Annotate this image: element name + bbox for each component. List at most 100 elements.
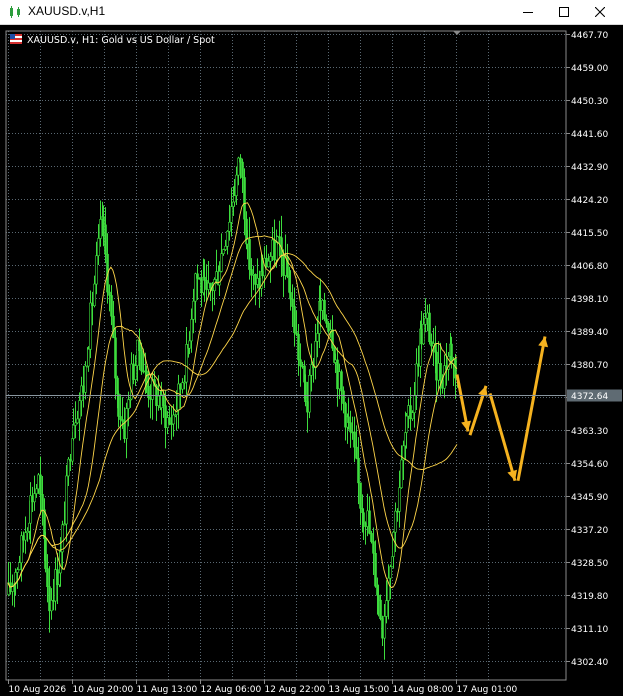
candle-body xyxy=(252,274,255,276)
candle-body xyxy=(39,474,42,495)
candle-body xyxy=(347,416,350,423)
close-button[interactable] xyxy=(582,0,618,24)
candle-body xyxy=(239,157,242,163)
x-tick-label: 13 Aug 15:00 xyxy=(329,685,390,695)
candle-body xyxy=(308,375,311,413)
candle-body xyxy=(192,300,195,320)
candle-body xyxy=(179,383,182,390)
candle-body xyxy=(362,512,365,524)
y-tick-label: 4354.60 xyxy=(571,460,608,470)
candle-body xyxy=(117,393,120,417)
candle-body xyxy=(267,260,270,268)
candle-body xyxy=(134,365,137,380)
candle-body xyxy=(76,418,79,424)
candle-body xyxy=(241,161,244,178)
candle-body xyxy=(377,594,380,601)
candle-body xyxy=(44,538,47,569)
price-chart[interactable]: 4467.70 4459.00 4450.30 4441.60 4432.90 4424.… xyxy=(0,25,623,696)
candle-body xyxy=(164,405,167,428)
candle-body xyxy=(331,329,334,349)
minimize-button[interactable] xyxy=(510,0,546,24)
y-tick-label: 4459.00 xyxy=(571,64,608,74)
candle-body xyxy=(110,295,113,317)
candle-body xyxy=(250,269,253,276)
candle-body xyxy=(162,394,165,407)
y-tick-label: 4424.20 xyxy=(571,196,608,206)
y-tick-label: 4311.10 xyxy=(571,625,608,635)
candle-body xyxy=(415,363,418,396)
candle-body xyxy=(172,414,175,425)
maximize-button[interactable] xyxy=(546,0,582,24)
candle-body xyxy=(383,616,386,639)
candle-body xyxy=(87,348,90,367)
candle-body xyxy=(299,359,302,367)
candle-body xyxy=(439,363,442,381)
candle-body xyxy=(61,524,64,553)
candle-body xyxy=(428,312,431,342)
candle-body xyxy=(220,253,223,272)
candle-body xyxy=(41,494,44,511)
candle-body xyxy=(108,291,111,296)
y-tick-label: 4337.20 xyxy=(571,526,608,536)
candle-body xyxy=(235,174,238,196)
candle-body xyxy=(394,510,397,533)
candle-body xyxy=(188,340,191,349)
candle-body xyxy=(304,381,307,402)
candle-body xyxy=(389,566,392,579)
candle-body xyxy=(228,221,231,232)
candle-body xyxy=(224,245,227,250)
title-bar[interactable]: XAUUSD.v,H1 xyxy=(0,0,623,25)
candle-body xyxy=(35,488,38,494)
x-tick-label: 10 Aug 2026 xyxy=(9,685,67,695)
y-tick-label: 4345.90 xyxy=(571,493,608,503)
candle-body xyxy=(114,337,117,379)
candle-body xyxy=(119,416,122,420)
x-tick-label: 12 Aug 06:00 xyxy=(201,685,262,695)
candle-body xyxy=(95,255,98,285)
candle-body xyxy=(237,157,240,176)
candle-body xyxy=(203,276,206,281)
candle-body xyxy=(97,238,100,257)
candle-body xyxy=(183,381,186,384)
candle-body xyxy=(316,333,319,342)
candle-body xyxy=(246,239,249,245)
candle-body xyxy=(222,249,225,254)
candle-body xyxy=(385,600,388,617)
candle-body xyxy=(78,400,81,420)
chart-area[interactable]: 4467.70 4459.00 4450.30 4441.60 4432.90 4424.… xyxy=(0,25,623,696)
candle-body xyxy=(72,424,75,439)
candle-body xyxy=(127,399,130,409)
candle-body xyxy=(102,216,105,226)
candle-body xyxy=(359,482,362,509)
candle-body xyxy=(196,273,199,279)
candle-body xyxy=(340,371,343,392)
candle-body xyxy=(84,365,87,393)
candle-body xyxy=(142,370,145,373)
candle-body xyxy=(80,385,83,401)
chart-header: XAUUSD.v, H1: Gold vs US Dollar / Spot xyxy=(10,34,215,46)
flag-icon xyxy=(10,34,22,44)
candle-body xyxy=(289,292,292,300)
x-tick-label: 14 Aug 08:00 xyxy=(393,685,454,695)
chart-symbol-label: XAUUSD.v, H1: Gold vs US Dollar / Spot xyxy=(27,35,215,46)
x-tick-label: 17 Aug 01:00 xyxy=(457,685,518,695)
candle-body xyxy=(357,457,360,484)
candle-body xyxy=(177,383,180,411)
y-tick-label: 4380.70 xyxy=(571,361,608,371)
candle-body xyxy=(392,531,395,557)
candle-body xyxy=(112,315,115,339)
y-tick-label: 4319.80 xyxy=(571,592,608,602)
candle-body xyxy=(325,318,328,324)
candle-body xyxy=(355,446,358,459)
candle-body xyxy=(185,344,188,383)
candle-body xyxy=(342,390,345,404)
candle-body xyxy=(370,533,373,542)
candle-body xyxy=(207,282,210,290)
candle-body xyxy=(166,417,169,428)
candle-body xyxy=(33,493,36,503)
candle-body xyxy=(405,415,408,433)
current-price-label: 4372.64 xyxy=(571,392,608,402)
candle-body xyxy=(71,438,74,462)
candle-body xyxy=(190,318,193,342)
candle-body xyxy=(314,341,317,369)
